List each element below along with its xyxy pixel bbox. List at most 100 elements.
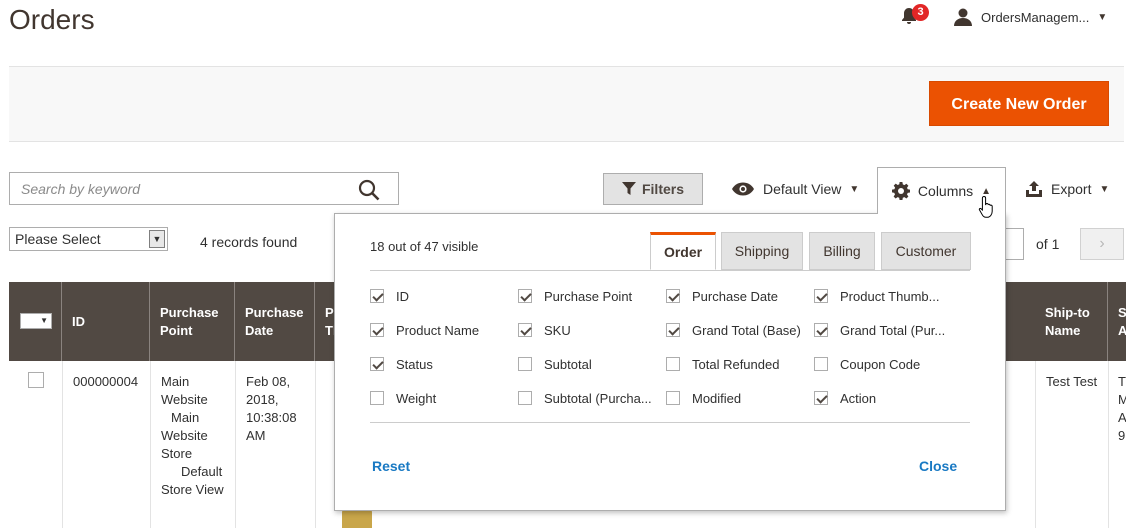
column-option[interactable]: Modified <box>666 388 741 408</box>
funnel-icon <box>621 182 636 195</box>
column-option-checkbox[interactable] <box>518 357 532 371</box>
column-divider <box>1108 361 1109 528</box>
visible-columns-count: 18 out of 47 visible <box>370 239 479 254</box>
column-option-checkbox[interactable] <box>370 323 384 337</box>
column-option-label: Product Thumb... <box>840 288 940 304</box>
column-option[interactable]: Coupon Code <box>814 354 920 374</box>
column-divider <box>62 361 63 528</box>
column-header-id[interactable]: ID <box>62 282 150 361</box>
page-total: of 1 <box>1036 236 1060 252</box>
cell-purchase-point: Main Website Main Website Store Default … <box>161 374 224 497</box>
create-new-order-button[interactable]: Create New Order <box>929 81 1109 126</box>
column-header-ship-to-name[interactable]: Ship-to Name <box>1035 282 1108 361</box>
next-page-button[interactable]: › <box>1080 228 1124 260</box>
column-option-checkbox[interactable] <box>666 357 680 371</box>
tab-order[interactable]: Order <box>650 232 716 270</box>
tab-shipping[interactable]: Shipping <box>721 232 803 270</box>
search-placeholder: Search by keyword <box>21 181 141 197</box>
reset-button[interactable]: Reset <box>372 458 410 474</box>
tab-customer[interactable]: Customer <box>881 232 971 270</box>
column-header-shipping-address[interactable]: S A <box>1108 282 1126 361</box>
chevron-down-icon: ▼ <box>1097 11 1108 23</box>
column-option-label: Weight <box>396 390 437 406</box>
close-button[interactable]: Close <box>919 458 957 474</box>
column-option-checkbox[interactable] <box>814 391 828 405</box>
user-icon <box>954 8 972 26</box>
column-option[interactable]: Product Name <box>370 320 479 340</box>
column-option-checkbox[interactable] <box>814 323 828 337</box>
filters-label: Filters <box>641 181 684 197</box>
column-option-checkbox[interactable] <box>814 289 828 303</box>
notification-count-badge: 3 <box>912 4 929 21</box>
column-option-checkbox[interactable] <box>666 323 680 337</box>
column-option[interactable]: Product Thumb... <box>814 286 939 306</box>
column-header-purchase-point[interactable]: Purchase Point <box>150 282 235 361</box>
filters-button[interactable]: Filters <box>603 173 703 205</box>
column-option-label: ID <box>396 288 409 304</box>
column-divider <box>150 361 151 528</box>
tabs-divider <box>370 270 970 271</box>
cell-purchase-date: Feb 08, 2018, 10:38:08 AM <box>246 374 297 443</box>
mass-action-value: Please Select <box>15 231 101 247</box>
column-option[interactable]: Purchase Point <box>518 286 632 306</box>
column-option-label: Purchase Point <box>544 288 633 304</box>
tab-billing[interactable]: Billing <box>809 232 875 270</box>
column-option[interactable]: Action <box>814 388 876 408</box>
column-option[interactable]: Subtotal <box>518 354 592 374</box>
column-option[interactable]: Purchase Date <box>666 286 778 306</box>
column-option[interactable]: Grand Total (Pur... <box>814 320 945 340</box>
cell-shipping-address: T M A 9 <box>1118 374 1126 443</box>
column-option-checkbox[interactable] <box>666 391 680 405</box>
mass-action-select[interactable]: Please Select ▼ <box>9 227 168 251</box>
select-all-checkbox[interactable]: ▼ <box>20 313 52 329</box>
panel-divider <box>370 422 970 423</box>
columns-label: Columns <box>917 183 974 199</box>
column-option-label: Grand Total (Pur... <box>840 322 946 338</box>
column-option-label: Modified <box>692 390 742 406</box>
row-checkbox[interactable] <box>28 372 44 388</box>
column-option-checkbox[interactable] <box>666 289 680 303</box>
export-icon <box>1026 181 1042 197</box>
default-view-label: Default View <box>763 181 842 197</box>
column-option[interactable]: Total Refunded <box>666 354 779 374</box>
column-option-label: Purchase Date <box>692 288 778 304</box>
column-option-label: Subtotal <box>544 356 592 372</box>
export-label: Export <box>1051 181 1092 197</box>
column-option-label: Coupon Code <box>840 356 921 372</box>
column-option-checkbox[interactable] <box>518 323 532 337</box>
column-option-checkbox[interactable] <box>370 357 384 371</box>
column-option[interactable]: Weight <box>370 388 436 408</box>
user-menu[interactable]: OrdersManagem... ▼ <box>953 6 1107 28</box>
cell-ship-to-name: Test Test <box>1046 374 1098 389</box>
page-title: Orders <box>9 4 95 35</box>
column-option-label: Product Name <box>396 322 480 338</box>
column-option[interactable]: ID <box>370 286 409 306</box>
column-option-label: Subtotal (Purcha... <box>544 390 652 406</box>
column-divider <box>235 361 236 528</box>
user-name: OrdersManagem... <box>981 9 1090 25</box>
search-input[interactable]: Search by keyword <box>9 172 399 205</box>
column-option[interactable]: Grand Total (Base) <box>666 320 801 340</box>
chevron-down-icon: ▼ <box>849 183 860 195</box>
column-option-label: SKU <box>544 322 571 338</box>
column-option-label: Total Refunded <box>692 356 780 372</box>
export-dropdown[interactable]: Export ▼ <box>1025 173 1109 205</box>
default-view-dropdown[interactable]: Default View ▼ <box>731 173 859 205</box>
column-header-purchase-date[interactable]: Purchase Date <box>235 282 315 361</box>
column-option-checkbox[interactable] <box>518 391 532 405</box>
column-option[interactable]: Status <box>370 354 433 374</box>
column-option-label: Status <box>396 356 433 372</box>
chevron-down-icon[interactable]: ▼ <box>149 230 165 248</box>
column-divider <box>1035 361 1036 528</box>
column-option-checkbox[interactable] <box>814 357 828 371</box>
search-icon[interactable] <box>358 179 380 201</box>
chevron-down-icon: ▼ <box>1099 183 1110 195</box>
column-option[interactable]: Subtotal (Purcha... <box>518 388 652 408</box>
column-option-checkbox[interactable] <box>370 391 384 405</box>
column-option-checkbox[interactable] <box>518 289 532 303</box>
gear-icon <box>891 182 910 200</box>
eye-icon <box>732 182 754 196</box>
column-option[interactable]: SKU <box>518 320 571 340</box>
column-option-checkbox[interactable] <box>370 289 384 303</box>
columns-dropdown-panel: 18 out of 47 visible Order Shipping Bill… <box>334 213 1006 511</box>
